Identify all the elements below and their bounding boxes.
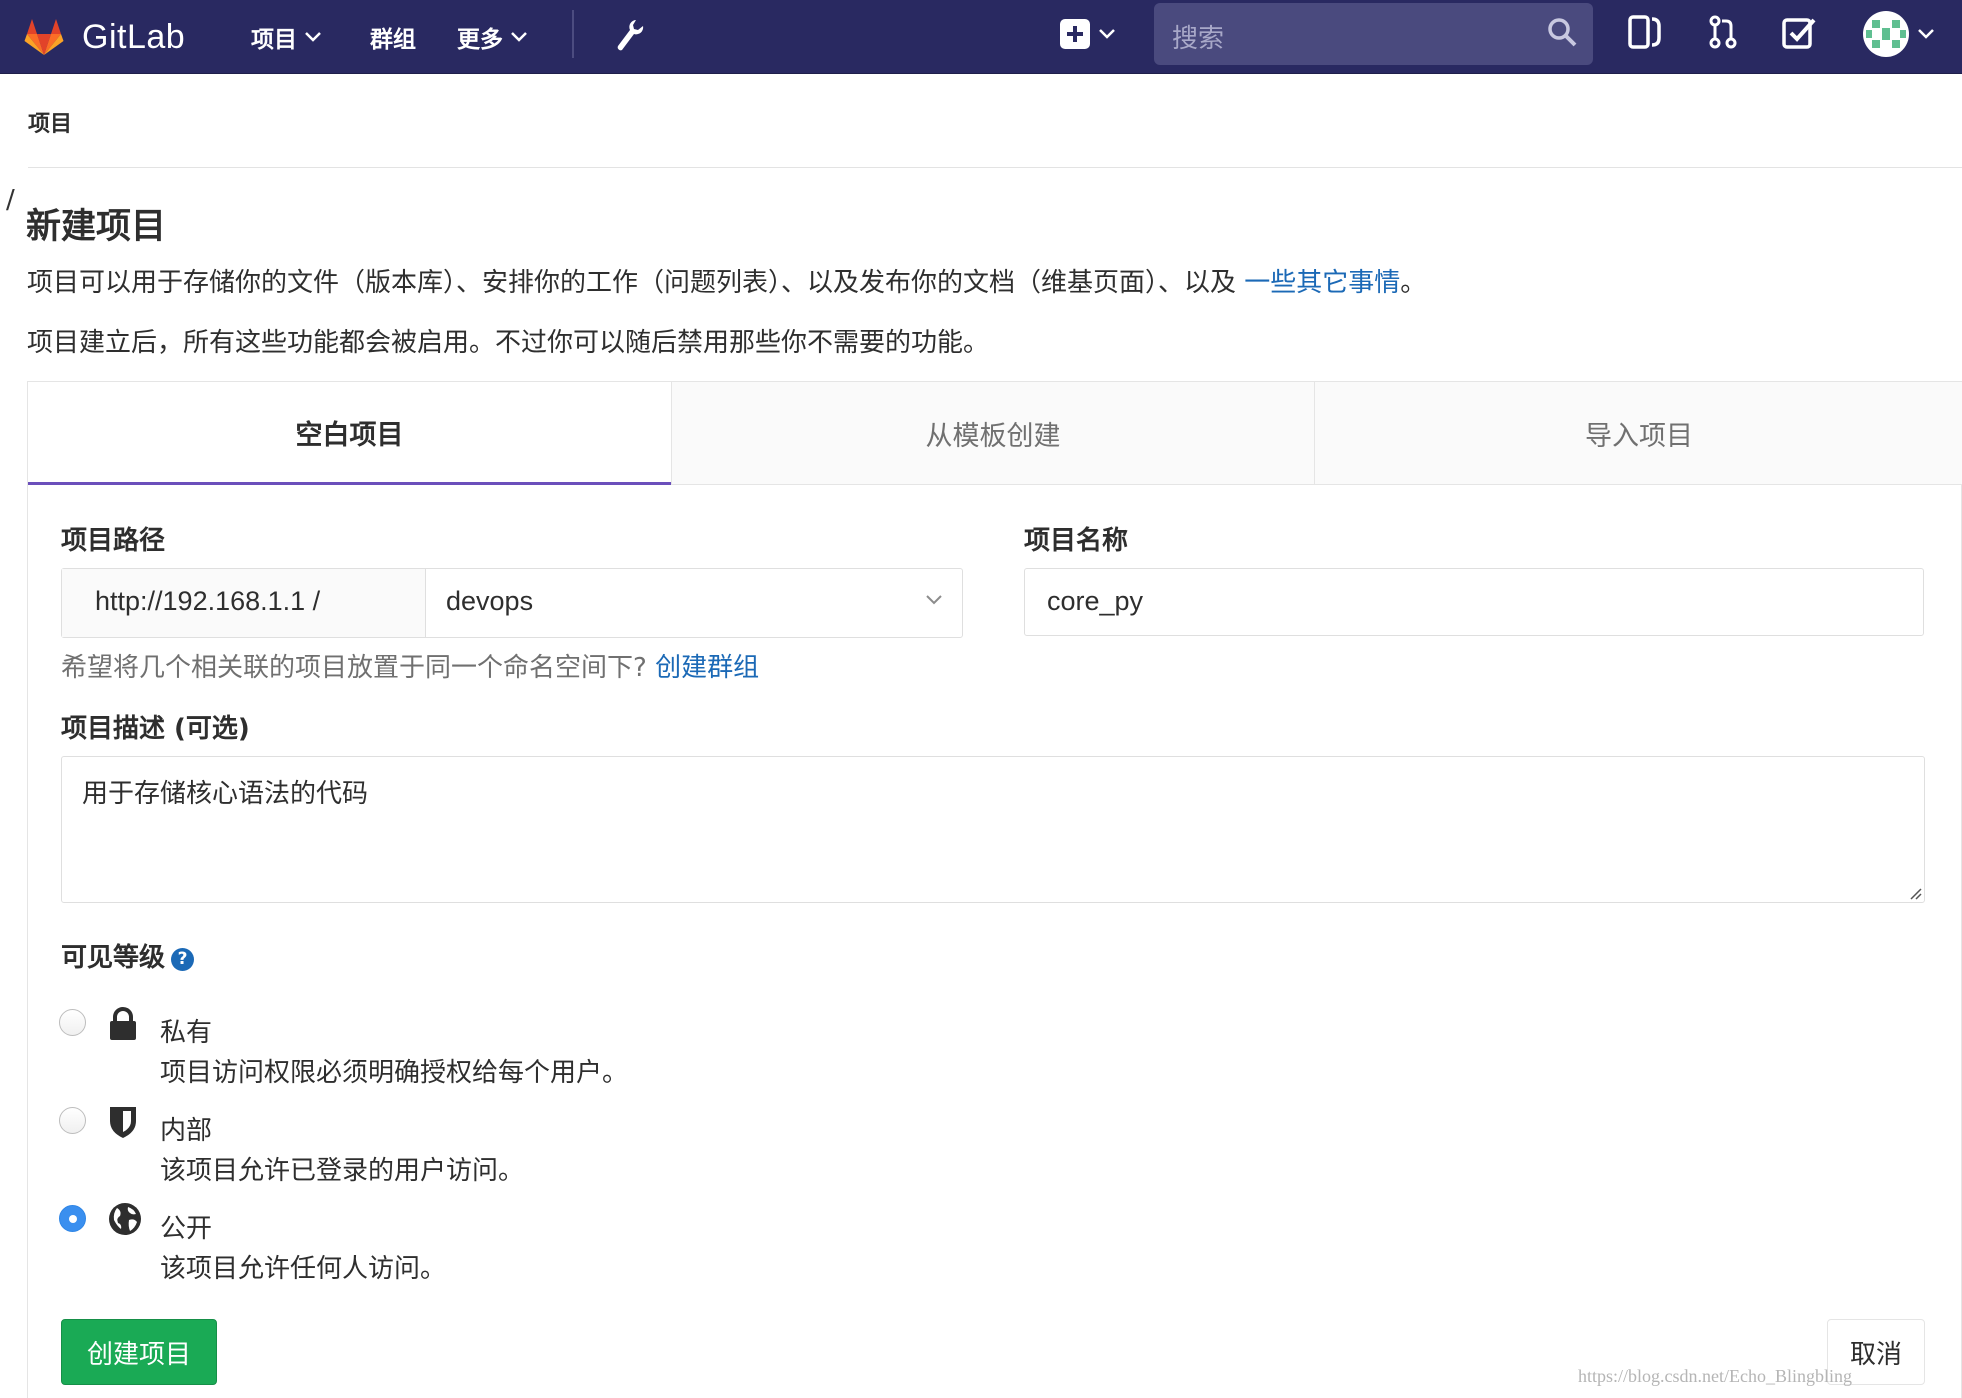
gitlab-home-link[interactable]: GitLab	[24, 0, 185, 74]
todos-link[interactable]	[1782, 16, 1816, 50]
chevron-down-icon	[1918, 29, 1934, 39]
description-label: 项目描述 (可选)	[61, 714, 250, 744]
chevron-down-icon	[305, 32, 321, 42]
new-item-dropdown[interactable]	[1059, 18, 1115, 50]
create-project-button[interactable]: 创建项目	[61, 1319, 217, 1385]
visibility-public-desc: 该项目允许任何人访问。	[160, 1254, 447, 1284]
plus-square-icon	[1060, 19, 1090, 49]
search-placeholder: 搜索	[1172, 24, 1225, 54]
visibility-internal-radio[interactable]	[59, 1107, 86, 1134]
nav-projects-dropdown[interactable]: 项目	[251, 0, 321, 74]
nav-more-label: 更多	[457, 27, 503, 53]
tab-import-project[interactable]: 导入项目	[1314, 382, 1962, 485]
namespace-value: devops	[446, 586, 534, 616]
todo-check-icon	[1782, 18, 1816, 49]
description-value: 用于存储核心语法的代码	[82, 779, 369, 809]
nav-groups-label: 群组	[370, 27, 416, 53]
shield-icon	[110, 1107, 136, 1138]
intro-text-end: 。	[1400, 268, 1427, 298]
sidebar-toggle-button[interactable]	[1628, 14, 1662, 50]
visibility-private-title: 私有	[160, 1018, 213, 1048]
description-textarea[interactable]: 用于存储核心语法的代码	[61, 756, 1925, 903]
chevron-down-icon	[1099, 29, 1115, 39]
visibility-label-text: 可见等级	[61, 943, 166, 973]
create-group-link[interactable]: 创建群组	[655, 653, 759, 683]
user-menu-dropdown[interactable]	[1862, 10, 1934, 58]
nav-more-dropdown[interactable]: 更多	[457, 0, 527, 74]
top-navbar: GitLab 项目 群组 更多 搜索	[0, 0, 1962, 74]
tab-from-template[interactable]: 从模板创建	[671, 382, 1314, 485]
other-things-link[interactable]: 一些其它事情	[1244, 268, 1400, 298]
wrench-icon	[617, 20, 644, 51]
visibility-label: 可见等级?	[61, 937, 195, 974]
nav-groups-link[interactable]: 群组	[370, 0, 416, 74]
sidebar-toggle-icon	[1628, 15, 1661, 49]
namespace-help-label: 希望将几个相关联的项目放置于同一个命名空间下?	[61, 653, 656, 683]
namespace-select[interactable]: devops	[426, 569, 962, 637]
gitlab-logo-icon	[24, 19, 64, 55]
intro-text-part1: 项目可以用于存储你的文件（版本库）、安排你的工作（问题列表）、以及发布你的文档（…	[27, 268, 1245, 298]
gitlab-brand-name: GitLab	[82, 17, 186, 56]
visibility-public-title: 公开	[160, 1214, 213, 1244]
avatar	[1863, 11, 1909, 57]
search-input[interactable]: 搜索	[1154, 3, 1593, 65]
visibility-internal-desc: 该项目允许已登录的用户访问。	[160, 1156, 525, 1186]
merge-request-icon	[1709, 15, 1737, 49]
admin-area-link[interactable]	[614, 18, 644, 52]
project-url-prefix: http://192.168.1.1 /	[62, 569, 426, 637]
chevron-down-icon	[926, 595, 942, 605]
breadcrumb-slash: /	[6, 185, 15, 215]
watermark-text: https://blog.csdn.net/Echo_Blingbling	[1578, 1366, 1852, 1386]
lock-icon	[110, 1007, 136, 1040]
namespace-help-text: 希望将几个相关联的项目放置于同一个命名空间下? 创建群组	[61, 647, 759, 684]
breadcrumb-projects[interactable]: 项目	[28, 106, 72, 138]
project-name-label: 项目名称	[1024, 526, 1129, 556]
visibility-internal-title: 内部	[160, 1116, 213, 1146]
breadcrumb-divider	[28, 167, 1962, 168]
new-project-panel: 空白项目 从模板创建 导入项目 项目路径 http://192.168.1.1 …	[27, 381, 1962, 1398]
intro-text: 项目可以用于存储你的文件（版本库）、安排你的工作（问题列表）、以及发布你的文档（…	[27, 262, 1426, 299]
project-path-label: 项目路径	[61, 526, 166, 556]
merge-requests-link[interactable]	[1708, 14, 1738, 50]
visibility-private-radio[interactable]	[59, 1009, 86, 1036]
intro-text-2: 项目建立后，所有这些功能都会被启用。不过你可以随后禁用那些你不需要的功能。	[27, 328, 990, 358]
nav-divider	[572, 10, 574, 58]
question-circle-icon[interactable]: ?	[171, 948, 195, 971]
globe-icon	[109, 1203, 141, 1235]
chevron-down-icon	[511, 32, 527, 42]
page-title: 新建项目	[26, 207, 167, 247]
project-name-input[interactable]: core_py	[1024, 568, 1924, 636]
resize-handle-icon[interactable]	[1908, 886, 1922, 900]
search-icon	[1548, 18, 1577, 47]
visibility-private-desc: 项目访问权限必须明确授权给每个用户。	[160, 1058, 629, 1088]
project-path-group: http://192.168.1.1 / devops	[61, 568, 963, 638]
project-type-tabs: 空白项目 从模板创建 导入项目	[28, 382, 1962, 485]
tab-blank-project[interactable]: 空白项目	[28, 382, 671, 485]
visibility-public-radio[interactable]	[59, 1205, 86, 1232]
nav-projects-label: 项目	[251, 27, 297, 53]
